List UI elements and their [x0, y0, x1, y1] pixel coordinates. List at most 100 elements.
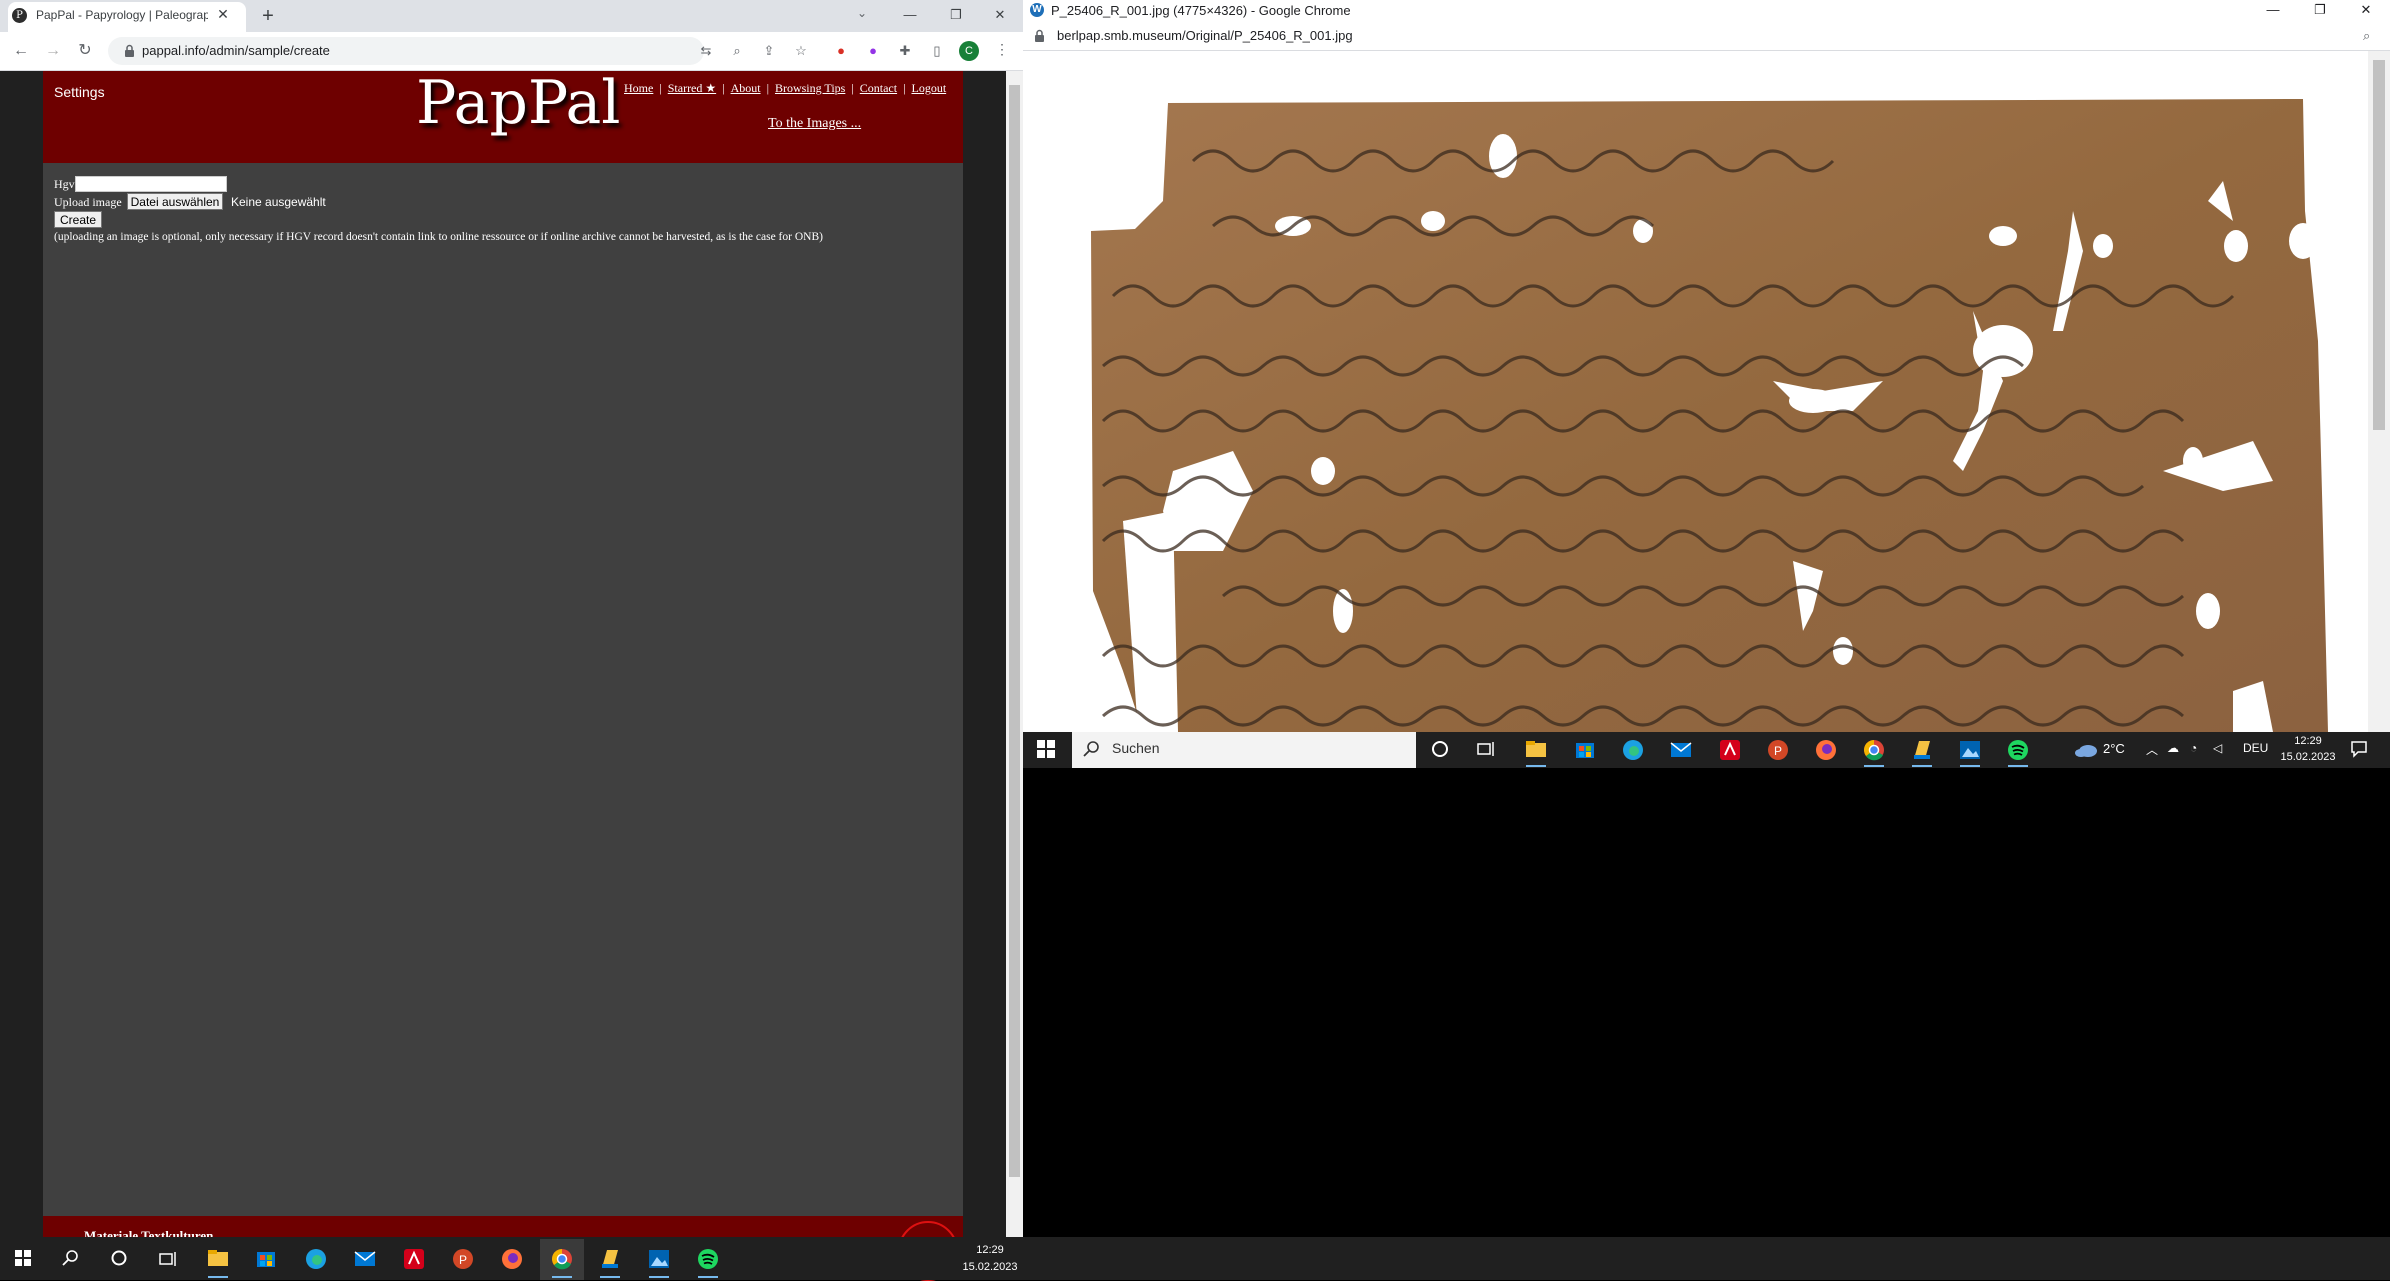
- file-status-text: Keine ausgewählt: [231, 195, 326, 209]
- lock-icon[interactable]: [1034, 29, 1045, 42]
- mail-icon[interactable]: [354, 1250, 376, 1268]
- mail-icon[interactable]: [1670, 741, 1692, 759]
- file-explorer-icon[interactable]: [207, 1248, 229, 1268]
- translate-icon[interactable]: ⇆: [697, 42, 715, 60]
- wordpress-favicon-icon: W: [1030, 3, 1044, 17]
- running-indicator: [552, 1276, 572, 1278]
- reload-icon[interactable]: ↻: [75, 41, 95, 61]
- pappal-favicon-icon: P: [12, 8, 27, 23]
- firefox-icon[interactable]: [1815, 739, 1837, 761]
- right-scrollbar-thumb[interactable]: [2373, 60, 2385, 430]
- store-icon[interactable]: [255, 1248, 277, 1268]
- extension-badge-icon[interactable]: ●: [864, 42, 882, 60]
- nav-separator: |: [903, 81, 906, 95]
- firefox-icon[interactable]: [501, 1248, 523, 1270]
- running-indicator: [698, 1276, 718, 1278]
- hgv-label: Hgv: [54, 177, 75, 191]
- wifi-icon[interactable]: ◔: [2190, 741, 2197, 755]
- cortana-icon[interactable]: [1430, 739, 1450, 759]
- nav-starred[interactable]: Starred ★: [668, 81, 716, 95]
- forward-arrow-icon[interactable]: →: [43, 41, 63, 61]
- clock[interactable]: 12:29 15.02.2023: [960, 1242, 1020, 1276]
- speaker-icon[interactable]: ◁: [2213, 741, 2222, 755]
- acrobat-icon[interactable]: [403, 1248, 425, 1270]
- tab-search-chevron-icon[interactable]: ⌄: [853, 6, 871, 24]
- extensions-puzzle-icon[interactable]: ✚: [896, 42, 914, 60]
- settings-link[interactable]: Settings: [54, 84, 105, 100]
- files-icon[interactable]: [599, 1248, 621, 1270]
- chevron-up-icon[interactable]: ︿: [2146, 741, 2158, 758]
- left-scrollbar-thumb[interactable]: [1009, 85, 1020, 1177]
- acrobat-icon[interactable]: [1719, 739, 1741, 761]
- url-text: pappal.info/admin/sample/create: [142, 43, 330, 58]
- pappal-nav: Home | Starred ★ | About | Browsing Tips | Conta…: [624, 81, 946, 96]
- zoom-icon[interactable]: ⌕: [728, 42, 746, 60]
- nav-separator: |: [659, 81, 662, 95]
- back-arrow-icon[interactable]: ←: [11, 41, 31, 61]
- nav-contact[interactable]: Contact: [860, 81, 897, 95]
- spotify-icon[interactable]: [2007, 739, 2029, 761]
- cortana-icon[interactable]: [110, 1249, 128, 1267]
- pappal-logo[interactable]: PapPal: [416, 68, 621, 138]
- profile-avatar[interactable]: C: [959, 41, 979, 61]
- minimize-button[interactable]: —: [899, 4, 921, 26]
- lock-icon[interactable]: [124, 44, 135, 57]
- task-view-icon[interactable]: [1476, 740, 1496, 758]
- share-icon[interactable]: ⇪: [760, 42, 778, 60]
- cloud-sync-icon[interactable]: ☁: [2167, 741, 2179, 755]
- to-images-link[interactable]: To the Images ...: [768, 116, 861, 132]
- powerpoint-icon[interactable]: P: [452, 1248, 474, 1270]
- nav-about[interactable]: About: [731, 81, 761, 95]
- upload-note: (uploading an image is optional, only ne…: [54, 231, 823, 243]
- photos-icon[interactable]: [1959, 739, 1981, 761]
- photos-icon[interactable]: [648, 1248, 670, 1270]
- running-indicator: [600, 1276, 620, 1278]
- choose-file-button[interactable]: Datei auswählen: [127, 193, 223, 210]
- create-button[interactable]: Create: [54, 211, 102, 228]
- nav-logout[interactable]: Logout: [911, 81, 946, 95]
- nav-home[interactable]: Home: [624, 81, 653, 95]
- file-explorer-icon[interactable]: [1525, 739, 1547, 759]
- restore-button[interactable]: ❐: [945, 4, 967, 26]
- notification-icon[interactable]: [2350, 740, 2368, 758]
- hgv-input[interactable]: [75, 176, 227, 192]
- restore-button[interactable]: ❐: [2309, 0, 2331, 20]
- clock-date: 15.02.2023: [2280, 751, 2336, 763]
- new-tab-button[interactable]: +: [256, 5, 280, 29]
- close-window-button[interactable]: ✕: [989, 4, 1011, 26]
- windows-start-icon[interactable]: [1037, 740, 1055, 758]
- menu-kebab-icon[interactable]: ⋮: [995, 41, 1009, 61]
- running-indicator: [2008, 765, 2028, 767]
- clock[interactable]: 12:29 15.02.2023: [2280, 733, 2336, 765]
- windows-start-icon[interactable]: [15, 1250, 31, 1266]
- url-text: berlpap.smb.museum/Original/P_25406_R_00…: [1057, 28, 1353, 43]
- tab-close-icon[interactable]: ✕: [214, 5, 232, 23]
- search-icon: [1083, 740, 1101, 758]
- powerpoint-icon[interactable]: P: [1767, 739, 1789, 761]
- minimize-button[interactable]: —: [2262, 0, 2284, 20]
- search-icon[interactable]: [62, 1249, 80, 1267]
- files-icon[interactable]: [1911, 739, 1933, 761]
- edge-icon[interactable]: [1622, 739, 1644, 761]
- chrome-icon[interactable]: [1863, 739, 1885, 761]
- bookmark-star-icon[interactable]: ☆: [792, 42, 810, 60]
- temperature-text[interactable]: 2°C: [2103, 741, 2125, 756]
- language-indicator[interactable]: DEU: [2243, 741, 2268, 755]
- papyrus-image[interactable]: [1023, 51, 2368, 732]
- zoom-icon[interactable]: ⌕: [2363, 28, 2370, 44]
- cloud-weather-icon[interactable]: [2073, 741, 2099, 759]
- edge-icon[interactable]: [305, 1248, 327, 1270]
- task-view-icon[interactable]: [158, 1250, 178, 1268]
- running-indicator: [208, 1276, 228, 1278]
- spotify-icon[interactable]: [697, 1248, 719, 1270]
- running-indicator: [1864, 765, 1884, 767]
- store-icon[interactable]: [1574, 739, 1596, 759]
- chrome-icon[interactable]: [551, 1248, 573, 1270]
- running-indicator: [1912, 765, 1932, 767]
- running-indicator: [649, 1276, 669, 1278]
- extension-shield-icon[interactable]: ●: [832, 42, 850, 60]
- close-window-button[interactable]: ✕: [2355, 0, 2377, 20]
- clock-time: 12:29: [976, 1244, 1004, 1256]
- side-panel-icon[interactable]: ▯: [928, 42, 946, 60]
- nav-browsing-tips[interactable]: Browsing Tips: [775, 81, 845, 95]
